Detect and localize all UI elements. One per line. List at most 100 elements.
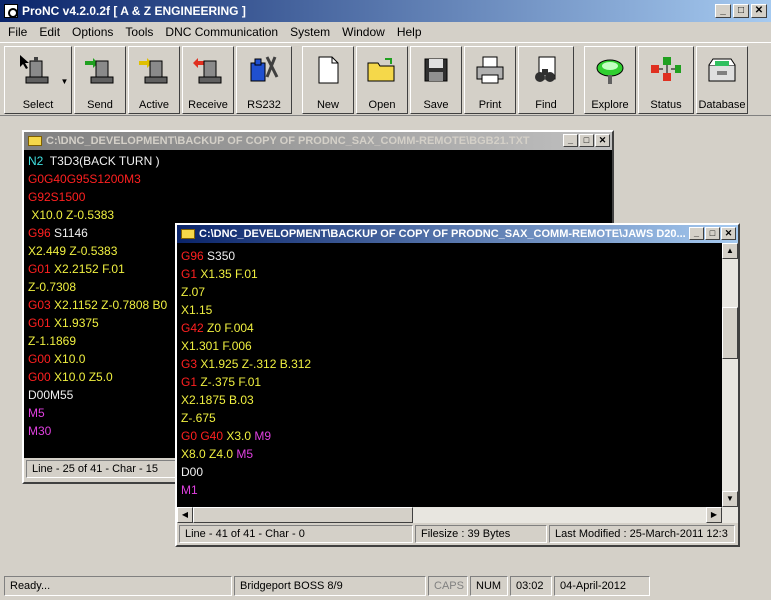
code-line: G96 S350	[181, 247, 722, 265]
code-token: X1.35 F.01	[197, 267, 258, 281]
scroll-down-arrow[interactable]: ▼	[722, 491, 738, 507]
maximize-button[interactable]: □	[733, 4, 749, 18]
code-token: G00	[28, 352, 51, 366]
magnifier-explore-icon	[596, 59, 624, 84]
caps-indicator: CAPS	[428, 576, 468, 596]
code-token: M9	[254, 429, 272, 443]
code-token: Z-.675	[181, 411, 216, 425]
menu-window[interactable]: Window	[336, 25, 391, 39]
minimize-button[interactable]: _	[715, 4, 731, 18]
active-button[interactable]: Active	[128, 46, 180, 114]
code-token: X10.0 Z5.0	[50, 370, 113, 384]
code-token: Z-.375 F.01	[197, 375, 262, 389]
code-token: X1.15	[181, 303, 213, 317]
code-token: X3.0	[223, 429, 255, 443]
code-token: D00M55	[28, 388, 74, 402]
window-minimize-button[interactable]: _	[563, 134, 578, 147]
open-label: Open	[368, 99, 396, 111]
scroll-left-arrow[interactable]: ◀	[177, 507, 193, 523]
floppy-disk-icon	[424, 58, 448, 82]
machine-active-icon	[139, 58, 168, 84]
window-title: C:\DNC_DEVELOPMENT\BACKUP OF COPY OF PRO…	[199, 228, 686, 240]
editor-window-jaws[interactable]: C:\DNC_DEVELOPMENT\BACKUP OF COPY OF PRO…	[175, 223, 740, 547]
new-button[interactable]: New	[302, 46, 354, 114]
cursor-position: Line - 41 of 41 - Char - 0	[179, 525, 413, 543]
window-title-bar[interactable]: C:\DNC_DEVELOPMENT\BACKUP OF COPY OF PRO…	[177, 225, 738, 243]
new-label: New	[316, 99, 339, 111]
code-token: X1.925 Z-.312 B.312	[197, 357, 312, 371]
menu-system[interactable]: System	[284, 25, 336, 39]
code-line: G1 Z-.375 F.01	[181, 373, 722, 391]
select-label: Select	[22, 99, 54, 111]
status-ready: Ready...	[4, 576, 232, 596]
window-minimize-button[interactable]: _	[689, 227, 704, 240]
window-close-button[interactable]: ✕	[595, 134, 610, 147]
code-token: Z-0.7308	[28, 280, 77, 294]
window-title-bar[interactable]: C:\DNC_DEVELOPMENT\BACKUP OF COPY OF PRO…	[24, 132, 612, 150]
send-label: Send	[87, 99, 113, 111]
horizontal-scrollbar[interactable]: ◀ ▶	[177, 507, 738, 523]
vertical-scrollbar[interactable]: ▲ ▼	[722, 243, 738, 507]
code-token: X2.2152 F.01	[50, 262, 125, 276]
network-status-icon	[651, 57, 681, 81]
machine-select-icon	[20, 55, 49, 84]
code-line: G92S1500	[28, 188, 612, 206]
h-scroll-thumb[interactable]	[193, 507, 413, 523]
code-line: M1	[181, 481, 722, 499]
code-line: Z.07	[181, 283, 722, 301]
rs232-button[interactable]: RS232	[236, 46, 292, 114]
menu-options[interactable]: Options	[66, 25, 119, 39]
scroll-right-arrow[interactable]: ▶	[706, 507, 722, 523]
print-button[interactable]: Print	[464, 46, 516, 114]
receive-button[interactable]: Receive	[182, 46, 234, 114]
status-button[interactable]: Status	[638, 46, 694, 114]
code-token: G00	[28, 370, 51, 384]
find-button[interactable]: Find	[518, 46, 574, 114]
menu-file[interactable]: File	[2, 25, 33, 39]
code-line: D00	[181, 463, 722, 481]
menu-edit[interactable]: Edit	[33, 25, 66, 39]
scroll-up-arrow[interactable]: ▲	[722, 243, 738, 259]
file-size: Filesize : 39 Bytes	[415, 525, 547, 543]
code-token: G0 G40	[181, 429, 224, 443]
cursor-position: Line - 25 of 41 - Char - 15	[26, 460, 176, 478]
rs232-tools-icon	[250, 56, 279, 82]
menu-tools[interactable]: Tools	[119, 25, 159, 39]
open-button[interactable]: Open	[356, 46, 408, 114]
new-document-icon	[318, 56, 339, 84]
close-button[interactable]: ✕	[751, 4, 767, 18]
code-token: M30	[28, 424, 52, 438]
rs232-label: RS232	[247, 99, 281, 111]
clock: 03:02	[510, 576, 552, 596]
menu-help[interactable]: Help	[391, 25, 428, 39]
code-token: M1	[181, 483, 198, 497]
receive-label: Receive	[188, 99, 228, 111]
code-token: G03	[28, 298, 51, 312]
explore-button[interactable]: Explore	[584, 46, 636, 114]
code-token: G01	[28, 316, 51, 330]
window-title: C:\DNC_DEVELOPMENT\BACKUP OF COPY OF PRO…	[46, 135, 530, 147]
date: 04-April-2012	[554, 576, 650, 596]
code-token: G96	[28, 226, 51, 240]
toolbar: Select ▼ Send Active Receive RS232 New O…	[0, 42, 771, 116]
window-close-button[interactable]: ✕	[721, 227, 736, 240]
code-line: G0 G40 X3.0 M9	[181, 427, 722, 445]
printer-icon	[476, 56, 504, 84]
window-maximize-button[interactable]: □	[579, 134, 594, 147]
database-cabinet-icon	[708, 58, 736, 82]
save-label: Save	[423, 99, 449, 111]
last-modified: Last Modified : 25-March-2011 12:3	[549, 525, 735, 543]
send-button[interactable]: Send	[74, 46, 126, 114]
scroll-thumb[interactable]	[722, 307, 738, 359]
save-button[interactable]: Save	[410, 46, 462, 114]
window-maximize-button[interactable]: □	[705, 227, 720, 240]
print-label: Print	[478, 99, 502, 111]
code-token: X1.9375	[50, 316, 99, 330]
folder-icon	[181, 229, 195, 239]
menu-dnc-communication[interactable]: DNC Communication	[159, 25, 284, 39]
code-editor[interactable]: G96 S350 G1 X1.35 F.01 Z.07 X1.15 G42 Z0 F.0…	[177, 243, 722, 507]
code-token: G1	[181, 375, 198, 389]
database-button[interactable]: Database	[696, 46, 748, 114]
select-dropdown-arrow[interactable]: ▼	[58, 46, 72, 114]
code-token: G0G40G95S1200M3	[28, 172, 141, 186]
